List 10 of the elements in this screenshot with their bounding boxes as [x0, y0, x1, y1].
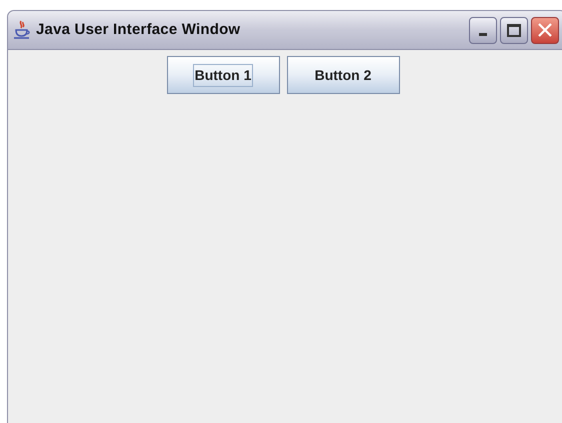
minimize-icon [479, 32, 487, 36]
window-title: Java User Interface Window [36, 20, 240, 40]
push-button[interactable]: Button 1 [166, 56, 280, 94]
close-button[interactable] [531, 16, 559, 44]
push-button[interactable]: Button 2 [286, 56, 400, 94]
close-icon [538, 23, 552, 37]
maximize-button[interactable] [500, 16, 528, 44]
coffee-cup-icon [13, 20, 31, 40]
maximize-icon [507, 24, 521, 36]
minimize-button[interactable] [469, 16, 497, 44]
